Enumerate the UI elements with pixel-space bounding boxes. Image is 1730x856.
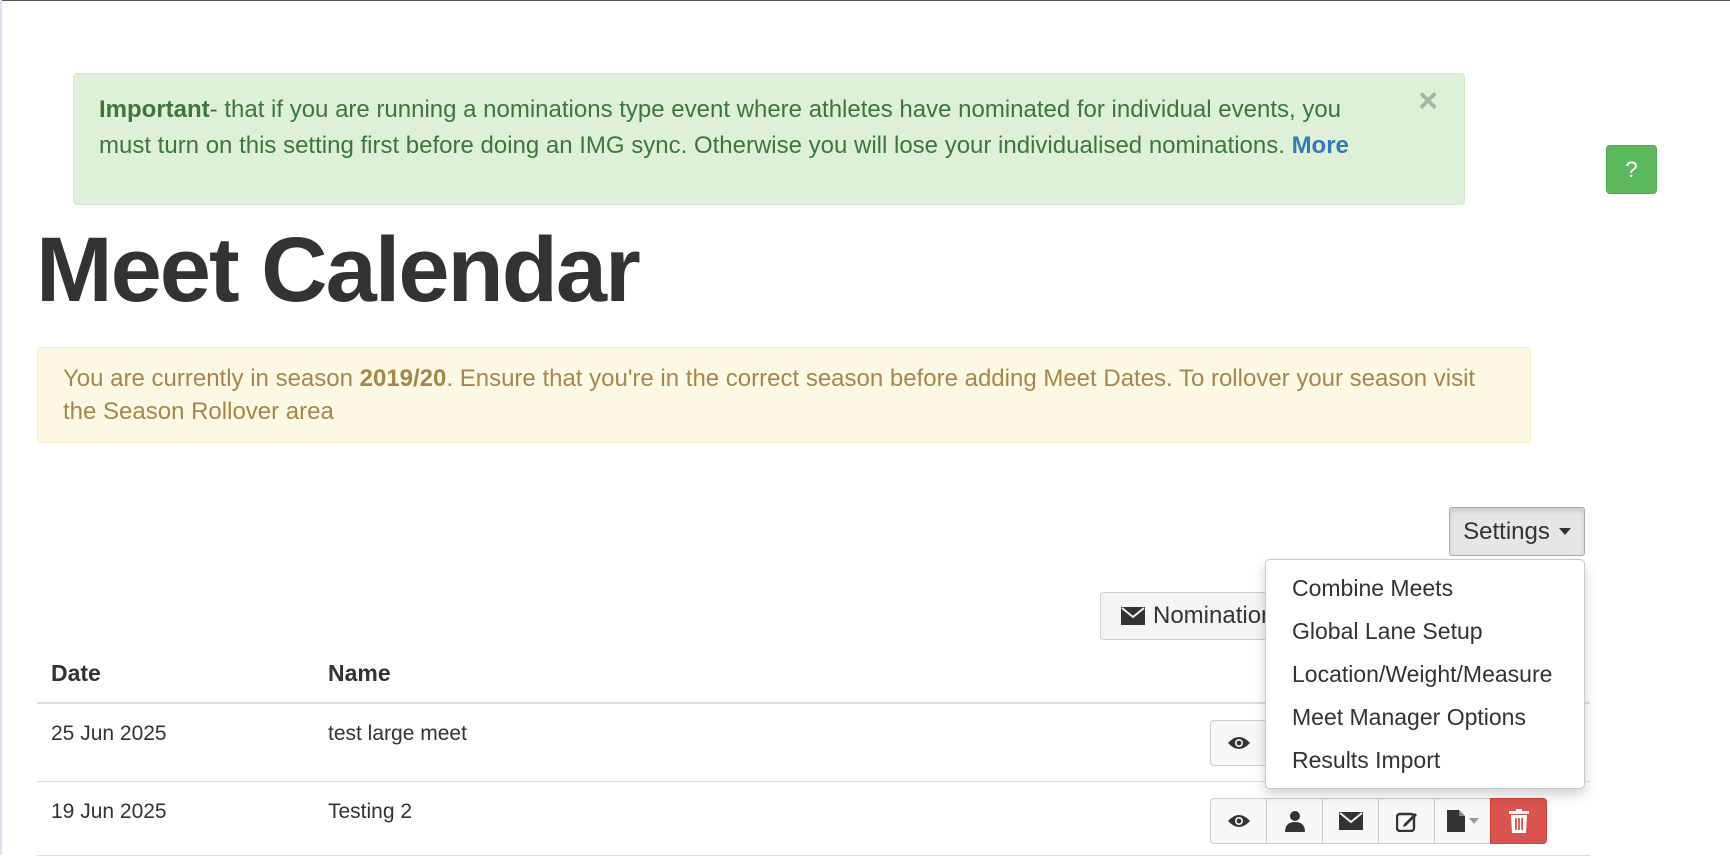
user-icon — [1284, 811, 1305, 832]
season-alert-prefix: You are currently in season — [63, 365, 360, 392]
menu-item-results-import[interactable]: Results Import — [1266, 739, 1584, 782]
row-name: Testing 2 — [328, 800, 413, 823]
more-link[interactable]: More — [1292, 132, 1349, 159]
edit-button[interactable] — [1378, 798, 1435, 844]
menu-item-global-lane-setup[interactable]: Global Lane Setup — [1266, 610, 1584, 653]
settings-label: Settings — [1463, 517, 1550, 545]
settings-dropdown-menu: Combine Meets Global Lane Setup Location… — [1265, 559, 1585, 789]
caret-down-icon — [1558, 528, 1571, 535]
settings-button[interactable]: Settings — [1449, 507, 1585, 556]
menu-item-meet-manager-options[interactable]: Meet Manager Options — [1266, 696, 1584, 739]
menu-item-location-weight-measure[interactable]: Location/Weight/Measure — [1266, 653, 1584, 696]
row-actions — [1210, 798, 1547, 844]
file-dropdown-button[interactable] — [1434, 798, 1491, 844]
athletes-button[interactable] — [1266, 798, 1323, 844]
alert-strong: Important — [99, 96, 210, 123]
trash-icon — [1508, 809, 1529, 833]
season-value: 2019/20 — [359, 365, 447, 392]
eye-icon — [1227, 737, 1250, 749]
row-date: 25 Jun 2025 — [51, 722, 167, 745]
name-column-header: Name — [328, 660, 391, 686]
close-icon[interactable]: × — [1418, 84, 1438, 118]
view-button[interactable] — [1210, 798, 1267, 844]
file-icon — [1446, 810, 1465, 832]
season-alert: You are currently in season 2019/20. Ens… — [37, 347, 1531, 443]
important-alert: Important- that if you are running a nom… — [73, 73, 1465, 205]
envelope-icon — [1121, 607, 1145, 625]
delete-button[interactable] — [1490, 798, 1547, 844]
date-column-header: Date — [51, 660, 101, 686]
row-actions — [1210, 720, 1267, 766]
caret-down-icon — [1468, 818, 1479, 824]
left-border — [0, 0, 2, 855]
view-button[interactable] — [1210, 720, 1267, 766]
eye-icon — [1227, 815, 1250, 827]
page-title: Meet Calendar — [36, 219, 641, 321]
edit-icon — [1395, 812, 1417, 832]
alert-text: - that if you are running a nominations … — [99, 96, 1342, 159]
menu-item-combine-meets[interactable]: Combine Meets — [1266, 567, 1584, 610]
top-border — [0, 0, 1730, 1]
email-button[interactable] — [1322, 798, 1379, 844]
help-button[interactable]: ? — [1606, 145, 1657, 194]
envelope-icon — [1338, 812, 1363, 830]
row-name: test large meet — [328, 722, 467, 745]
row-date: 19 Jun 2025 — [51, 800, 167, 823]
